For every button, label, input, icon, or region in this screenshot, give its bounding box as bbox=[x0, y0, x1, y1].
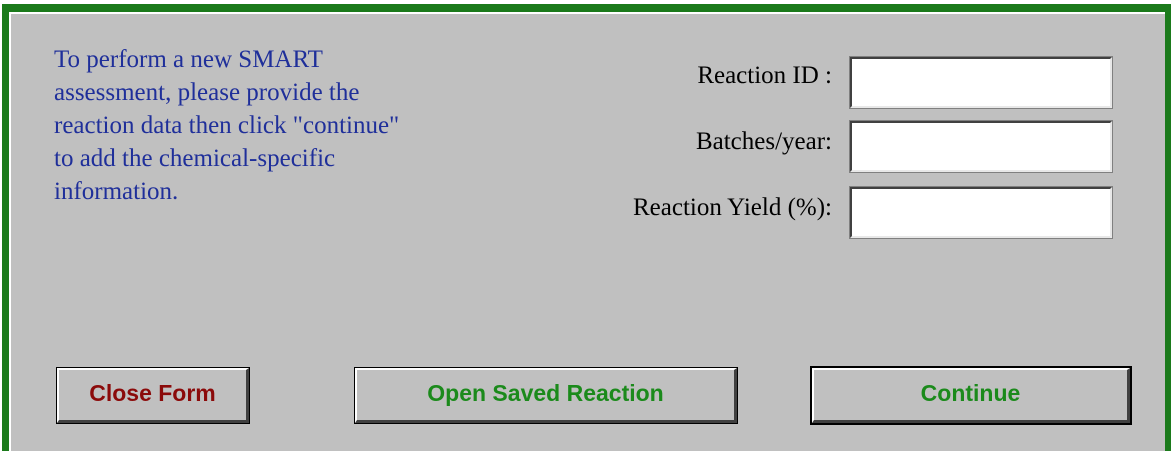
window-frame-top bbox=[2, 4, 1171, 12]
reaction-yield-label: Reaction Yield (%): bbox=[632, 194, 832, 221]
continue-button[interactable]: Continue bbox=[812, 368, 1130, 423]
intro-line: reaction data then click "continue" bbox=[54, 112, 400, 139]
batches-per-year-label: Batches/year: bbox=[695, 128, 832, 155]
intro-line: to add the chemical-specific bbox=[54, 145, 336, 172]
smart-assessment-window: To perform a new SMART assessment, please… bbox=[0, 0, 1173, 451]
intro-line: information. bbox=[54, 178, 179, 205]
reaction-id-input[interactable] bbox=[849, 56, 1113, 109]
window-frame-left bbox=[2, 4, 9, 451]
intro-line: assessment, please provide the bbox=[54, 79, 360, 106]
intro-line: To perform a new SMART bbox=[54, 46, 323, 73]
intro-instructions: To perform a new SMART assessment, please… bbox=[54, 43, 524, 208]
reaction-id-label: Reaction ID : bbox=[697, 62, 832, 89]
reaction-yield-input[interactable] bbox=[849, 186, 1113, 239]
batches-per-year-input[interactable] bbox=[849, 120, 1113, 173]
window-frame-right bbox=[1165, 4, 1171, 451]
close-form-button[interactable]: Close Form bbox=[57, 368, 249, 423]
open-saved-reaction-button[interactable]: Open Saved Reaction bbox=[355, 368, 737, 423]
